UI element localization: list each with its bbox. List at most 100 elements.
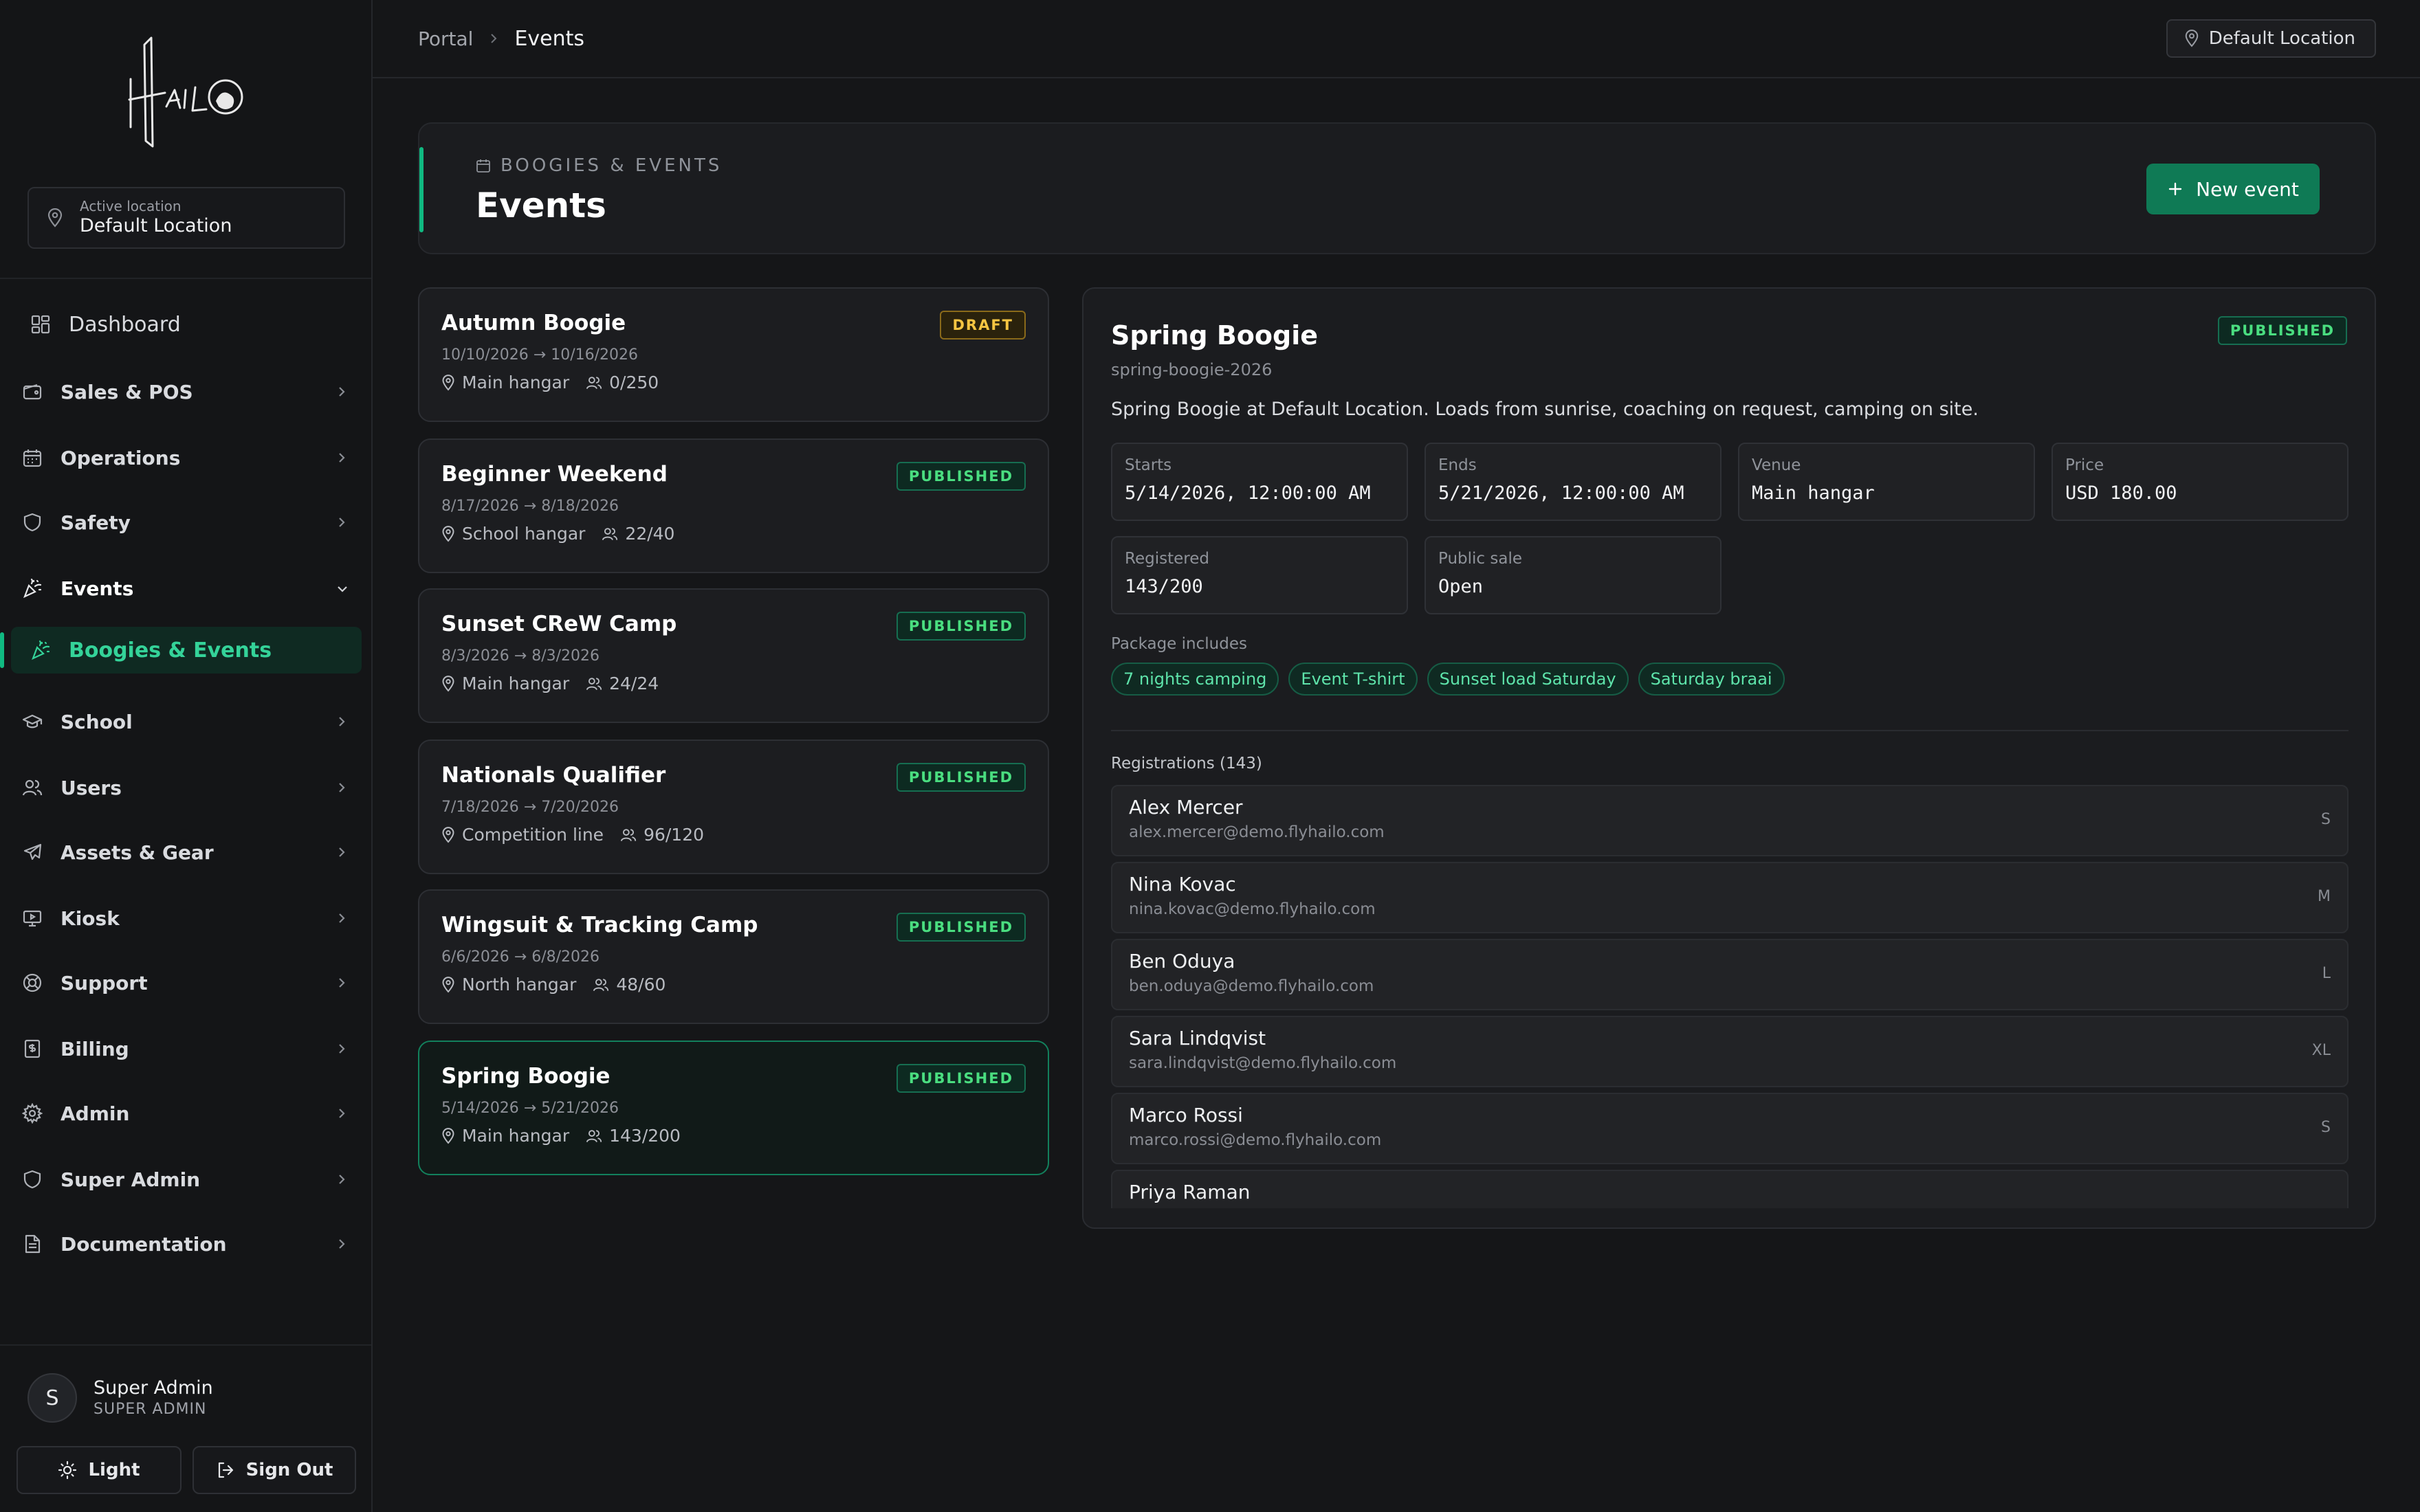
chevron-right-icon	[339, 978, 345, 988]
sidebar-item-label: Dashboard	[69, 312, 181, 337]
event-meta: Competition line 96/120	[441, 825, 704, 845]
sidebar-item-label: Events	[60, 577, 134, 600]
users-icon	[586, 1129, 602, 1142]
sidebar-item-billing[interactable]: Billing	[0, 1024, 371, 1074]
calendar-icon	[23, 449, 42, 467]
sidebar-item-operations[interactable]: Operations	[0, 433, 371, 482]
stat-label: Ends	[1438, 456, 1477, 474]
registrant-name: Ben Oduya	[1129, 950, 1235, 972]
sidebar-item-dashboard[interactable]: Dashboard	[0, 300, 371, 349]
event-card-sunset-crew-camp[interactable]: Sunset CReW Camp PUBLISHED 8/3/2026 → 8/…	[418, 588, 1049, 723]
sign-out-button[interactable]: Sign Out	[192, 1446, 356, 1494]
active-location-name: Default Location	[80, 215, 232, 236]
plane-icon	[23, 843, 42, 860]
registrations-list[interactable]: Alex Mercer alex.mercer@demo.flyhailo.co…	[1111, 785, 2348, 1208]
package-chip: Event T-shirt	[1288, 663, 1418, 696]
sidebar-item-label: Safety	[60, 511, 131, 534]
stat-venue: Venue Main hangar	[1738, 443, 2035, 521]
sidebar-item-school[interactable]: School	[0, 697, 371, 746]
registration-row[interactable]: Sara Lindqvist sara.lindqvist@demo.flyha…	[1111, 1016, 2348, 1087]
current-user[interactable]: S Super Admin SUPER ADMIN	[28, 1373, 213, 1423]
app-logo[interactable]	[0, 0, 371, 172]
event-meta: North hangar 48/60	[441, 975, 666, 994]
chevron-right-icon	[339, 1044, 345, 1054]
users-icon	[586, 677, 602, 690]
chevron-right-icon	[339, 1175, 345, 1184]
sidebar-item-admin[interactable]: Admin	[0, 1089, 371, 1138]
status-badge: DRAFT	[940, 311, 1026, 340]
event-capacity: 0/250	[609, 373, 659, 392]
chevron-right-icon	[491, 34, 497, 43]
chevron-right-icon	[339, 783, 345, 792]
sidebar-item-kiosk[interactable]: Kiosk	[0, 893, 371, 943]
registration-row[interactable]: Nina Kovac nina.kovac@demo.flyhailo.com …	[1111, 862, 2348, 933]
users-icon	[593, 978, 609, 991]
shield-icon	[23, 513, 41, 532]
theme-toggle-button[interactable]: Light	[16, 1446, 182, 1494]
chevron-right-icon	[339, 913, 345, 923]
location-switcher-button[interactable]: Default Location	[2166, 19, 2376, 58]
sidebar-item-label: Support	[60, 971, 148, 994]
registration-row[interactable]: Ben Oduya ben.oduya@demo.flyhailo.com L	[1111, 939, 2348, 1010]
page-eyebrow: BOOGIES & EVENTS	[476, 155, 722, 176]
event-card-nationals-qualifier[interactable]: Nationals Qualifier PUBLISHED 7/18/2026 …	[418, 740, 1049, 874]
log-out-icon	[218, 1462, 233, 1478]
sidebar-item-label: Admin	[60, 1102, 130, 1125]
status-badge: PUBLISHED	[896, 612, 1026, 641]
registrant-size: S	[2321, 811, 2331, 828]
registration-row[interactable]: Alex Mercer alex.mercer@demo.flyhailo.co…	[1111, 785, 2348, 856]
chevron-right-icon	[339, 453, 345, 463]
active-location-caption: Active location	[80, 198, 182, 214]
chevron-right-icon	[339, 1109, 345, 1118]
hailo-logo-icon	[128, 36, 243, 148]
event-venue: School hangar	[462, 524, 586, 544]
event-capacity: 22/40	[625, 524, 675, 544]
registration-row[interactable]: Priya Raman	[1111, 1170, 2348, 1208]
sidebar-footer-divider	[0, 1344, 371, 1346]
sidebar-item-boogies-events[interactable]: Boogies & Events	[0, 627, 362, 674]
registration-row[interactable]: Marco Rossi marco.rossi@demo.flyhailo.co…	[1111, 1093, 2348, 1164]
sidebar: Active location Default Location Dashboa…	[0, 0, 373, 1512]
event-card-beginner-weekend[interactable]: Beginner Weekend PUBLISHED 8/17/2026 → 8…	[418, 438, 1049, 573]
new-event-button[interactable]: New event	[2146, 164, 2320, 214]
gear-icon	[22, 1103, 43, 1124]
event-name: Autumn Boogie	[441, 311, 626, 335]
registrant-email: alex.mercer@demo.flyhailo.com	[1129, 823, 1385, 841]
stat-registered: Registered 143/200	[1111, 536, 1408, 614]
avatar: S	[28, 1373, 77, 1423]
event-card-wingsuit-tracking-camp[interactable]: Wingsuit & Tracking Camp PUBLISHED 6/6/2…	[418, 889, 1049, 1024]
sidebar-item-label: Users	[60, 776, 122, 799]
sidebar-item-events[interactable]: Events	[0, 564, 371, 613]
sidebar-item-label: Operations	[60, 446, 181, 469]
graduation-cap-icon	[22, 714, 43, 729]
sidebar-item-super-admin[interactable]: Super Admin	[0, 1155, 371, 1204]
main-content: Portal Events Default Location BOOGIES &…	[373, 0, 2420, 1512]
active-location-card[interactable]: Active location Default Location	[28, 187, 345, 249]
chevron-right-icon	[339, 518, 345, 527]
registrant-email: marco.rossi@demo.flyhailo.com	[1129, 1131, 1382, 1149]
event-capacity: 24/24	[609, 674, 659, 693]
chevron-right-icon	[339, 387, 345, 397]
sidebar-item-assets-gear[interactable]: Assets & Gear	[0, 827, 371, 877]
stat-starts: Starts 5/14/2026, 12:00:00 AM	[1111, 443, 1408, 521]
event-dates: 6/6/2026 → 6/8/2026	[441, 948, 600, 966]
registrant-size: M	[2318, 888, 2331, 905]
event-card-spring-boogie[interactable]: Spring Boogie PUBLISHED 5/14/2026 → 5/21…	[418, 1041, 1049, 1175]
plus-icon	[2168, 182, 2182, 196]
sidebar-item-documentation[interactable]: Documentation	[0, 1219, 371, 1269]
sidebar-item-users[interactable]: Users	[0, 763, 371, 812]
event-detail-title: Spring Boogie	[1111, 320, 1318, 351]
location-switcher-label: Default Location	[2208, 28, 2355, 49]
registrant-name: Alex Mercer	[1129, 796, 1243, 819]
sidebar-item-safety[interactable]: Safety	[0, 498, 371, 547]
event-card-autumn-boogie[interactable]: Autumn Boogie DRAFT 10/10/2026 → 10/16/2…	[418, 287, 1049, 422]
sidebar-item-support[interactable]: Support	[0, 958, 371, 1008]
sidebar-item-label: Boogies & Events	[69, 638, 272, 663]
map-pin-icon	[442, 675, 454, 691]
event-venue: Main hangar	[462, 1126, 570, 1146]
sign-out-label: Sign Out	[245, 1460, 333, 1480]
event-name: Spring Boogie	[441, 1064, 610, 1089]
sidebar-item-sales-pos[interactable]: Sales & POS	[0, 367, 371, 416]
registrant-email: sara.lindqvist@demo.flyhailo.com	[1129, 1054, 1397, 1072]
breadcrumb-portal[interactable]: Portal	[418, 27, 473, 50]
